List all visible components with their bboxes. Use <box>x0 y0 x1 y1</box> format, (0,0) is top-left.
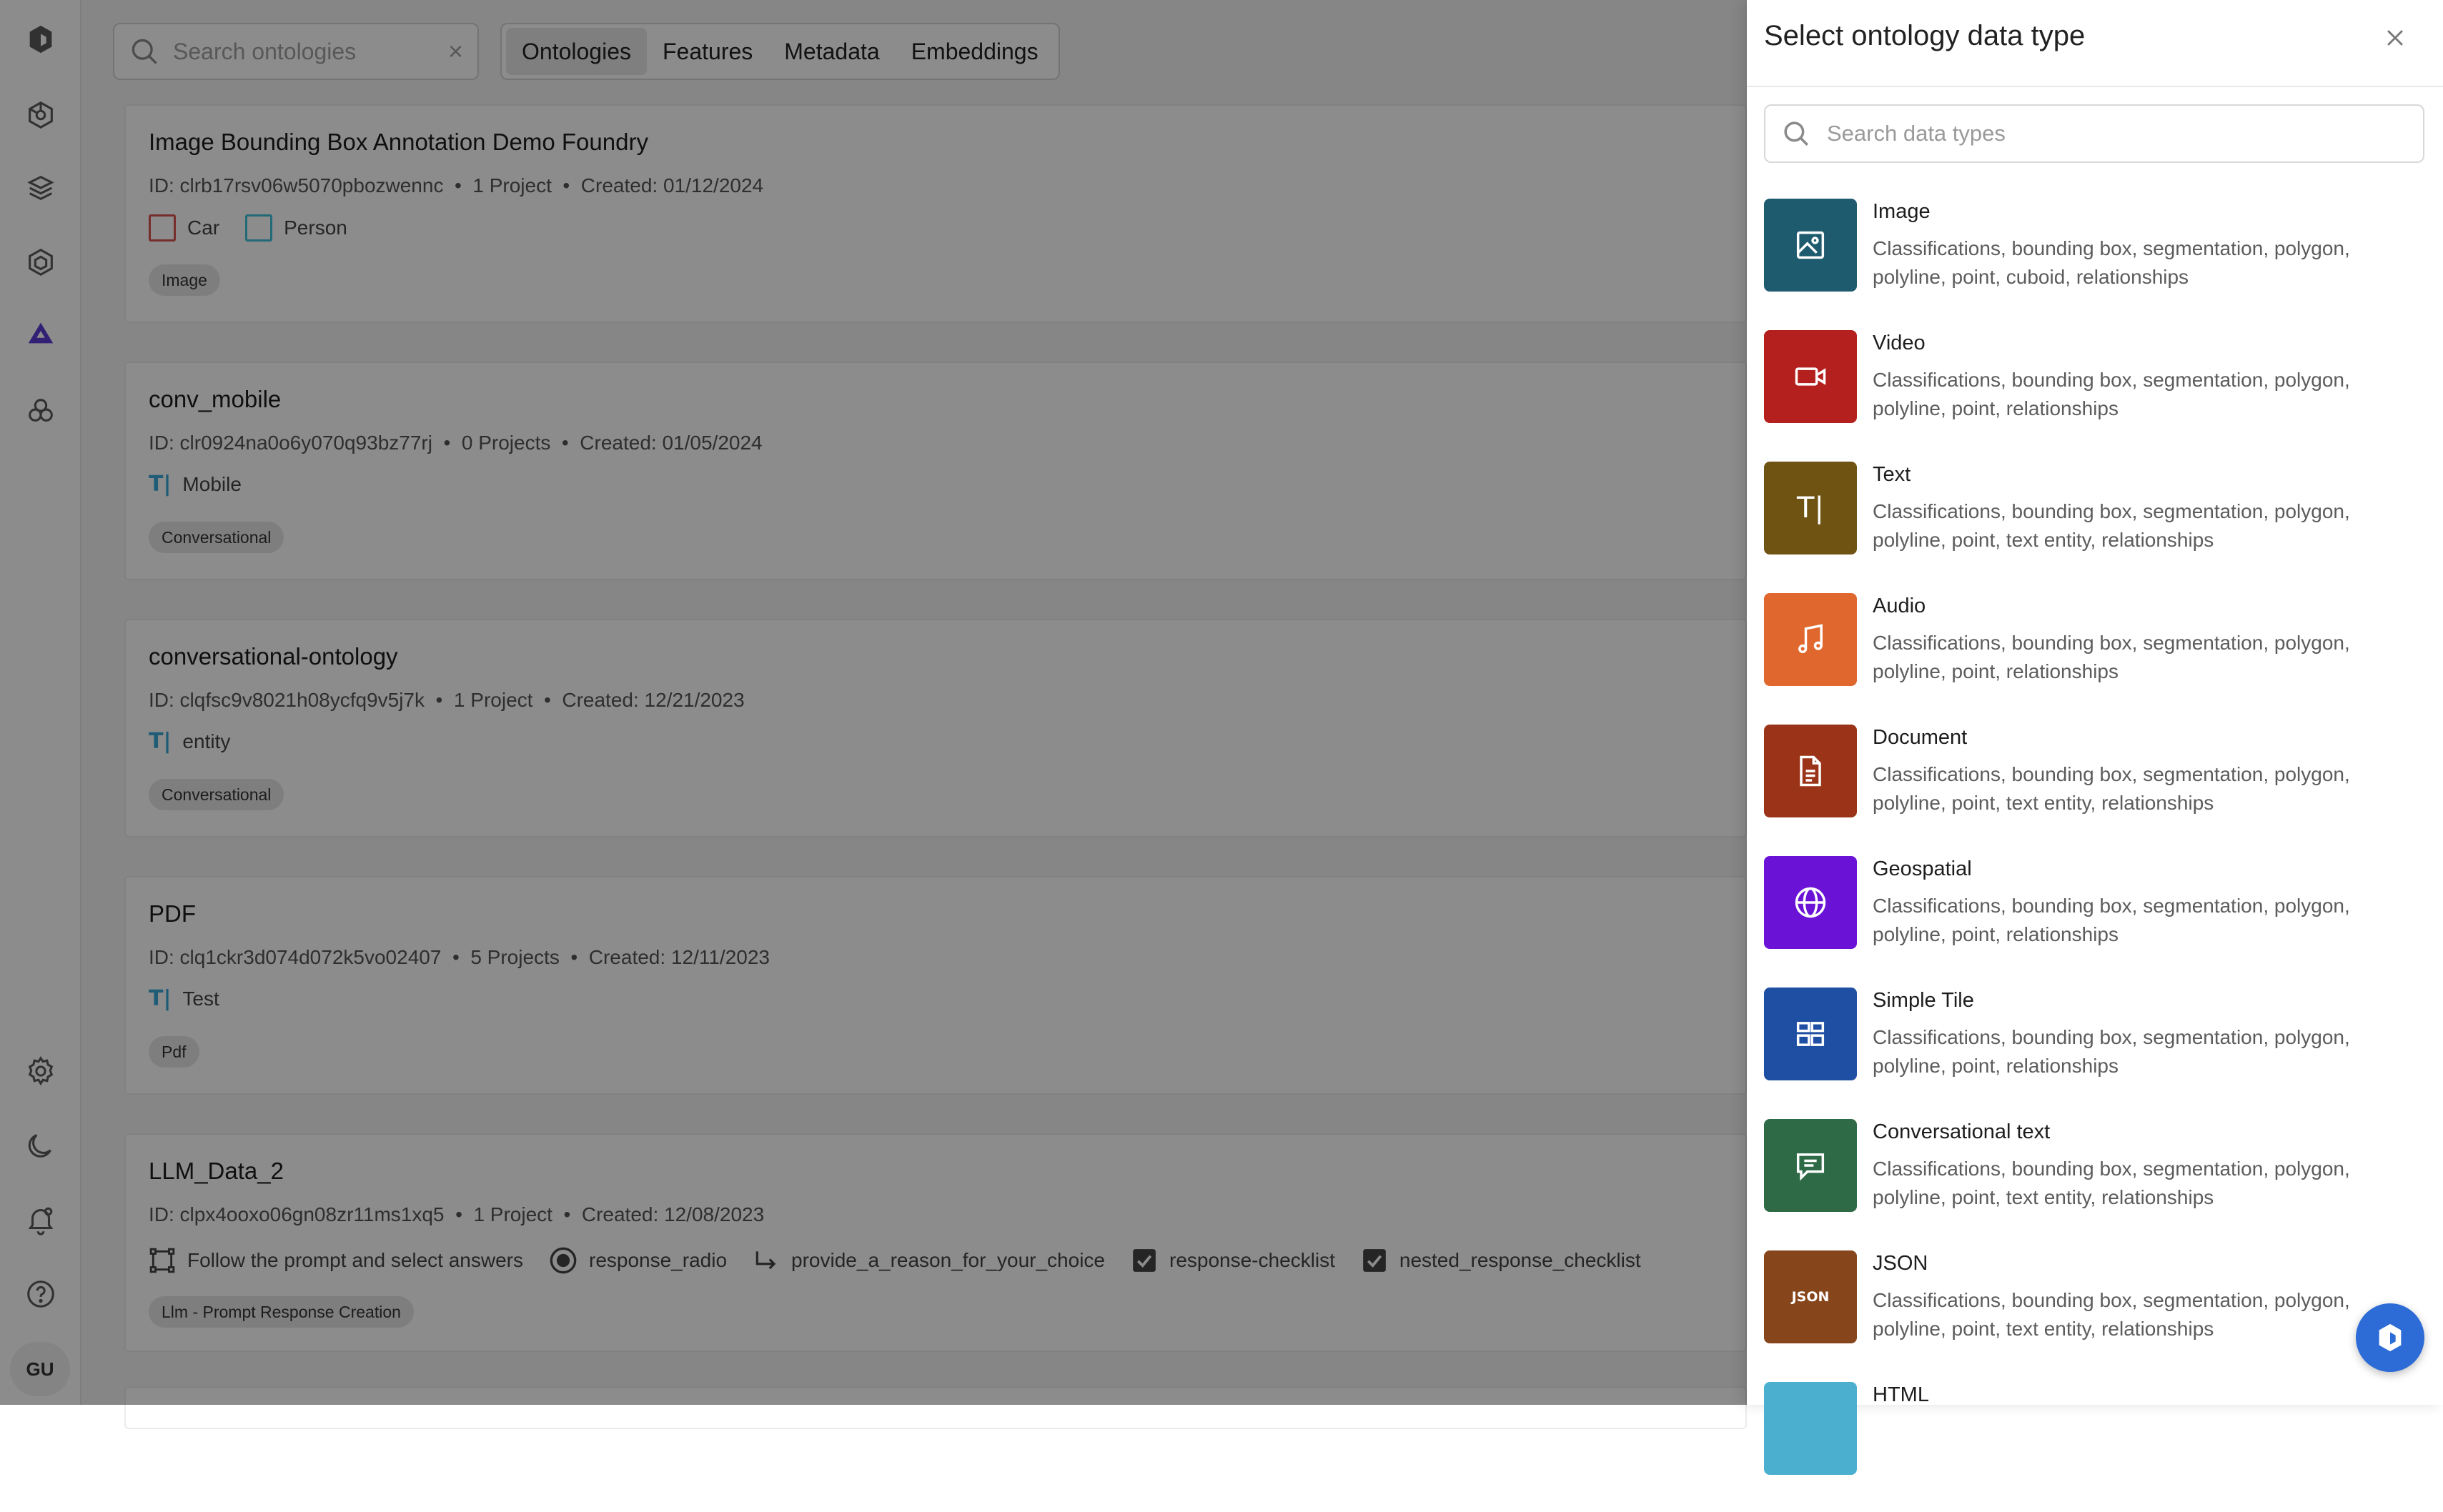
modal-backdrop[interactable] <box>0 0 1747 1405</box>
image-icon <box>1764 199 1857 292</box>
data-type-desc: Classifications, bounding box, segmentat… <box>1873 1289 2350 1340</box>
data-type-video[interactable]: Video Classifications, bounding box, seg… <box>1764 329 2429 460</box>
data-type-name: Audio <box>1873 595 1926 617</box>
data-type-panel: Select ontology data type Image Classifi… <box>1747 0 2443 1475</box>
close-icon[interactable] <box>2376 19 2414 57</box>
data-type-json[interactable]: JSON JSON Classifications, bounding box,… <box>1764 1249 2429 1381</box>
data-type-html[interactable]: HTML <box>1764 1381 2429 1512</box>
data-type-desc: Classifications, bounding box, segmentat… <box>1873 895 2350 945</box>
text-icon: T| <box>1764 462 1857 554</box>
data-type-name: HTML <box>1873 1383 1929 1406</box>
data-type-name: Simple Tile <box>1873 989 1974 1012</box>
data-type-simple-tile[interactable]: Simple Tile Classifications, bounding bo… <box>1764 986 2429 1118</box>
data-type-name: Image <box>1873 200 1931 223</box>
data-type-document[interactable]: Document Classifications, bounding box, … <box>1764 723 2429 855</box>
document-icon <box>1764 725 1857 817</box>
data-type-geospatial[interactable]: Geospatial Classifications, bounding box… <box>1764 855 2429 986</box>
data-type-text[interactable]: T| Text Classifications, bounding box, s… <box>1764 460 2429 592</box>
data-type-name: Document <box>1873 726 1968 749</box>
logo-icon <box>2379 1323 2402 1352</box>
json-icon: JSON <box>1764 1250 1857 1343</box>
data-type-desc: Classifications, bounding box, segmentat… <box>1873 1026 2350 1077</box>
music-icon <box>1764 593 1857 686</box>
data-type-name: JSON <box>1873 1252 1928 1275</box>
data-type-name: Conversational text <box>1873 1120 2051 1143</box>
data-type-conversational-text[interactable]: Conversational text Classifications, bou… <box>1764 1118 2429 1249</box>
tiles-icon <box>1764 988 1857 1080</box>
html-icon <box>1764 1382 1857 1475</box>
data-type-name: Video <box>1873 332 1926 354</box>
data-type-image[interactable]: Image Classifications, bounding box, seg… <box>1764 197 2429 329</box>
data-type-desc: Classifications, bounding box, segmentat… <box>1873 237 2350 288</box>
data-type-desc: Classifications, bounding box, segmentat… <box>1873 500 2350 551</box>
chat-icon <box>1764 1119 1857 1212</box>
data-type-search-input[interactable] <box>1825 120 2407 147</box>
data-type-desc: Classifications, bounding box, segmentat… <box>1873 632 2350 682</box>
data-type-list: Image Classifications, bounding box, seg… <box>1764 197 2429 1512</box>
support-chat-button[interactable] <box>2356 1303 2424 1372</box>
data-type-desc: Classifications, bounding box, segmentat… <box>1873 763 2350 814</box>
data-type-name: Text <box>1873 463 1911 486</box>
panel-title: Select ontology data type <box>1764 20 2086 51</box>
data-type-audio[interactable]: Audio Classifications, bounding box, seg… <box>1764 592 2429 723</box>
data-type-desc: Classifications, bounding box, segmentat… <box>1873 369 2350 419</box>
panel-divider <box>1747 86 2443 87</box>
data-type-name: Geospatial <box>1873 857 1972 880</box>
globe-icon <box>1764 856 1857 949</box>
data-type-desc: Classifications, bounding box, segmentat… <box>1873 1158 2350 1208</box>
data-type-search-field[interactable] <box>1764 104 2424 163</box>
video-icon <box>1764 330 1857 423</box>
search-icon <box>1784 121 1808 146</box>
